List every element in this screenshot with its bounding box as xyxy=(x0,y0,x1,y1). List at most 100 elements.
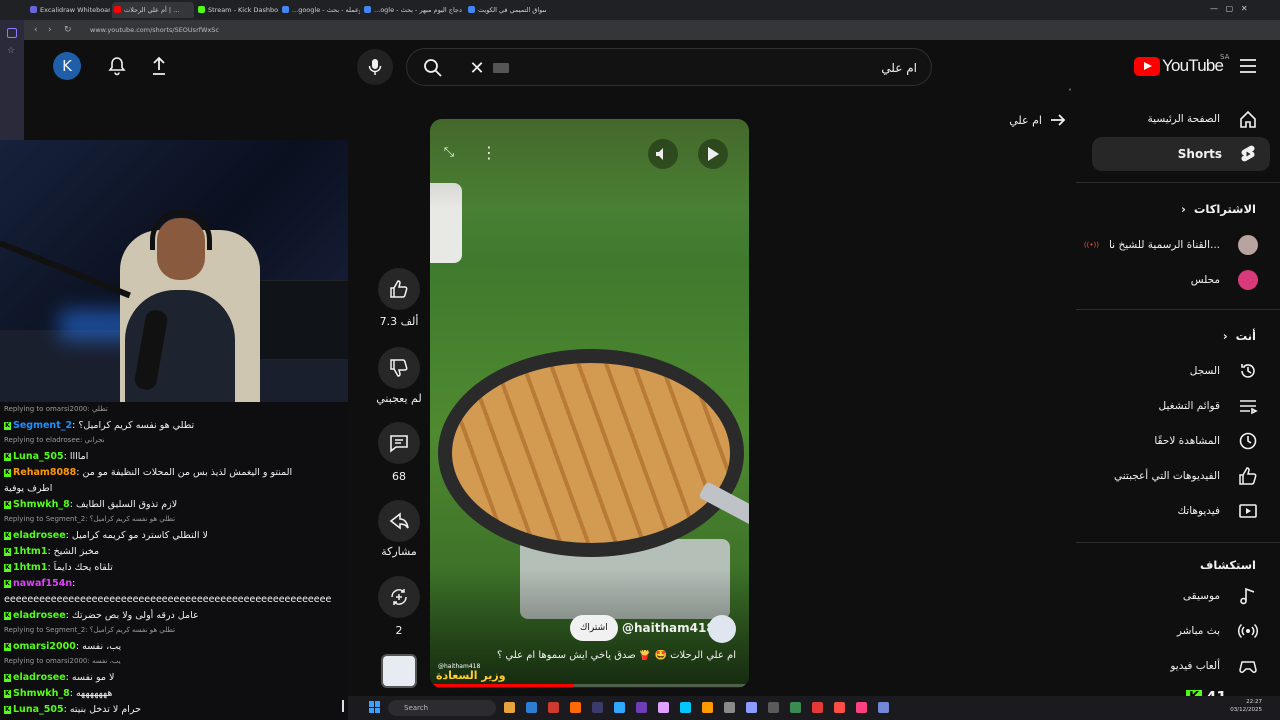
account-avatar[interactable]: K xyxy=(53,52,81,80)
tab-favicon-icon xyxy=(468,6,475,13)
chat-username[interactable]: 1htm1 xyxy=(13,562,47,573)
remix-button[interactable] xyxy=(378,576,420,618)
browser-tab[interactable]: Stream - Kick Dashboard xyxy=(196,2,278,18)
section-explore[interactable]: استكشاف xyxy=(1200,558,1256,572)
play-icon[interactable] xyxy=(698,139,728,169)
section-you[interactable]: › أنت xyxy=(1223,329,1256,343)
chat-reply-context: Replying to Segment_2: تطلي هو نفسه كريم… xyxy=(4,625,344,636)
chat-username[interactable]: Shmwkh_8 xyxy=(13,499,70,510)
dislike-button[interactable] xyxy=(378,347,420,389)
taskbar-app-icon[interactable] xyxy=(636,702,647,713)
like-button[interactable] xyxy=(378,268,420,310)
back-to-channel-button[interactable]: ام علي xyxy=(1000,110,1066,130)
taskbar-app-icon[interactable] xyxy=(504,702,515,713)
voice-search-button[interactable] xyxy=(357,49,393,85)
taskbar-app-icon[interactable] xyxy=(878,702,889,713)
taskbar-app-icon[interactable] xyxy=(570,702,581,713)
sidebar-item[interactable]: فيديوهاتك xyxy=(1072,494,1258,528)
chat-username[interactable]: nawaf154n xyxy=(13,578,72,589)
taskbar-search[interactable]: Search xyxy=(388,700,496,716)
chat-username[interactable]: Segment_2 xyxy=(13,420,72,431)
windows-start-icon[interactable] xyxy=(369,701,381,713)
reply-text: Replying to Segment_2: تطلي هو نفسه كريم… xyxy=(4,626,176,634)
subscription-item[interactable]: ((•)) القناة الرسمية للشيخ نا... xyxy=(1072,228,1258,262)
home-icon[interactable] xyxy=(7,28,17,38)
chat-username[interactable]: eladrosee xyxy=(13,672,66,683)
taskbar-app-icon[interactable] xyxy=(790,702,801,713)
chat-username[interactable]: Luna_505 xyxy=(13,704,64,715)
channel-avatar[interactable] xyxy=(708,615,736,643)
taskbar-app-icon[interactable] xyxy=(548,702,559,713)
taskbar-app-icon[interactable] xyxy=(812,702,823,713)
scroll-up-indicator[interactable]: ˄ xyxy=(1068,88,1072,97)
chat-username[interactable]: omarsi2000 xyxy=(13,641,76,652)
chat-username[interactable]: Luna_505 xyxy=(13,451,64,462)
sidebar-item-label: موسيقى xyxy=(1182,590,1220,602)
taskbar-app-icon[interactable] xyxy=(856,702,867,713)
url-text[interactable]: www.youtube.com/shorts/SEOUsrfWxSc xyxy=(90,24,990,36)
sidebar-item[interactable]: بث مباشر xyxy=(1072,614,1258,648)
subscribe-button[interactable]: اشتراك xyxy=(570,615,618,641)
clear-search-icon[interactable]: ✕ xyxy=(465,56,489,80)
chat-username[interactable]: Shmwkh_8 xyxy=(13,688,70,699)
sound-thumbnail[interactable] xyxy=(381,654,417,688)
taskbar-app-icon[interactable] xyxy=(768,702,779,713)
sidebar-item[interactable]: موسيقى xyxy=(1072,579,1258,613)
taskbar-app-icon[interactable] xyxy=(658,702,669,713)
browser-tab[interactable]: اسواق التميمي في الكويت xyxy=(466,2,546,18)
reply-text: Replying to Segment_2: تطلي هو نفسه كريم… xyxy=(4,515,176,523)
sidebar-item[interactable]: الفيديوهات التي أعجبتني xyxy=(1072,459,1258,493)
chat-username[interactable]: 1htm1 xyxy=(13,546,47,557)
star-icon[interactable]: ☆ xyxy=(7,46,17,56)
reload-icon[interactable]: ↻ xyxy=(64,24,76,36)
video-title[interactable]: ام علي الرحلات 🤩 🍟 صدق ياخي ايش سموها ام… xyxy=(490,650,736,661)
section-subscriptions[interactable]: › الاشتراكات xyxy=(1181,202,1256,216)
browser-tab[interactable]: Excalidraw Whiteboard xyxy=(28,2,110,18)
youtube-logo-icon[interactable] xyxy=(1134,57,1160,76)
comments-button[interactable] xyxy=(378,422,420,464)
search-icon[interactable] xyxy=(421,56,445,80)
sidebar-item-label: الصفحة الرئيسية xyxy=(1147,113,1220,125)
sidebar-item[interactable]: السجل xyxy=(1072,354,1258,388)
browser-tab[interactable]: أم علي الرحلات | ... xyxy=(112,2,194,18)
sidebar-item[interactable]: ألعاب فيديو xyxy=(1072,649,1258,683)
back-icon[interactable]: ‹ xyxy=(34,25,44,35)
sidebar-item[interactable]: Shorts xyxy=(1092,137,1270,171)
fullscreen-icon[interactable]: ⤡ xyxy=(438,141,460,163)
notifications-bell-icon[interactable] xyxy=(106,55,128,77)
youtube-logo-text[interactable]: YouTube xyxy=(1162,56,1224,76)
browser-tab[interactable]: ...ogle - دجاج اليوم مبهر - بحث xyxy=(362,2,464,18)
taskbar-app-icon[interactable] xyxy=(746,702,757,713)
taskbar-app-icon[interactable] xyxy=(702,702,713,713)
forward-icon[interactable]: › xyxy=(48,25,58,35)
keyboard-icon[interactable] xyxy=(493,63,509,73)
sidebar-item-label: قوائم التشغيل xyxy=(1158,400,1220,412)
mute-icon[interactable] xyxy=(648,139,678,169)
upload-icon[interactable] xyxy=(148,55,170,77)
more-options-icon[interactable]: ⋮ xyxy=(478,141,500,163)
taskbar-app-icon[interactable] xyxy=(592,702,603,713)
shorts-video-player[interactable]: ⤡ ⋮ اشتراك @haitham418 ام علي الرحلات 🤩 … xyxy=(430,119,749,688)
search-input[interactable]: ام علي xyxy=(617,58,917,78)
taskbar-app-icon[interactable] xyxy=(724,702,735,713)
browser-tab[interactable]: ...google - معلم وعمله - بحث xyxy=(280,2,360,18)
sidebar-item[interactable]: الصفحة الرئيسية xyxy=(1072,102,1258,136)
progress-track[interactable] xyxy=(430,684,749,687)
channel-handle[interactable]: @haitham418 xyxy=(622,621,715,635)
subscription-item[interactable]: محلس xyxy=(1072,263,1258,297)
search-box[interactable]: ✕ ام علي xyxy=(406,48,932,86)
menu-hamburger-icon[interactable] xyxy=(1236,56,1260,76)
taskbar-app-icon[interactable] xyxy=(526,702,537,713)
sidebar-item[interactable]: قوائم التشغيل xyxy=(1072,389,1258,423)
chat-username[interactable]: eladrosee xyxy=(13,610,66,621)
chat-username[interactable]: Reham8088 xyxy=(13,467,76,478)
chat-username[interactable]: eladrosee xyxy=(13,530,66,541)
taskbar-app-icon[interactable] xyxy=(614,702,625,713)
message-text: تطلي هو نفسه كريم كراميل؟ xyxy=(78,420,195,431)
share-button[interactable] xyxy=(378,500,420,542)
sidebar-item[interactable]: المشاهدة لاحقًا xyxy=(1072,424,1258,458)
taskbar-app-icon[interactable] xyxy=(834,702,845,713)
shorts-icon xyxy=(1238,144,1258,164)
window-controls[interactable]: — ▢ ✕ xyxy=(1210,4,1248,13)
taskbar-app-icon[interactable] xyxy=(680,702,691,713)
